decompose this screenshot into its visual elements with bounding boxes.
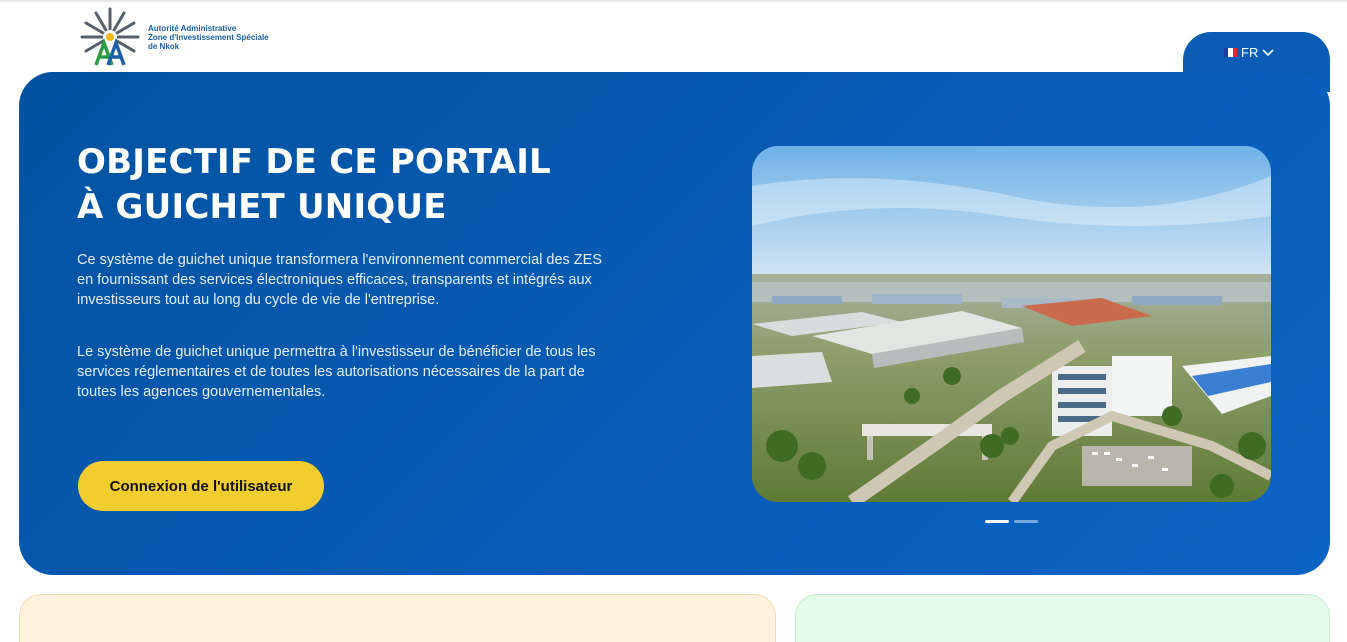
- france-flag-icon: [1224, 48, 1237, 57]
- aerial-industrial-zone-photo: [752, 146, 1271, 502]
- aazes-logo-icon: [80, 7, 140, 66]
- hero-section: OBJECTIF DE CE PORTAIL À GUICHET UNIQUE …: [19, 72, 1330, 575]
- language-code: FR: [1241, 45, 1259, 60]
- hero-paragraph-1: Ce système de guichet unique transformer…: [77, 252, 603, 308]
- logo-text: Autorité Administrative Zone d'Investiss…: [148, 24, 269, 51]
- language-selector[interactable]: FR: [1224, 45, 1274, 60]
- chevron-down-icon: [1262, 48, 1274, 56]
- logo-line-2: Zone d'Investissement Spéciale: [148, 32, 269, 42]
- hero-title: OBJECTIF DE CE PORTAIL À GUICHET UNIQUE: [77, 140, 637, 230]
- site-logo[interactable]: Autorité Administrative Zone d'Investiss…: [78, 5, 269, 69]
- hero-image: [752, 146, 1271, 502]
- top-divider: [0, 0, 1347, 2]
- logo-line-3: de Nkok: [148, 41, 180, 51]
- hero-title-line-1: OBJECTIF DE CE PORTAIL: [77, 142, 551, 182]
- carousel-dot-1[interactable]: [985, 520, 1009, 523]
- carousel-indicators: [985, 520, 1038, 523]
- hero-paragraph-2: Le système de guichet unique permettra à…: [77, 344, 596, 400]
- info-card-right: [795, 594, 1330, 642]
- hero-title-line-2: À GUICHET UNIQUE: [77, 187, 447, 227]
- info-card-left: [19, 594, 776, 642]
- logo-line-1: Autorité Administrative: [148, 23, 237, 33]
- login-button[interactable]: Connexion de l'utilisateur: [78, 461, 324, 511]
- carousel-dot-2[interactable]: [1014, 520, 1038, 523]
